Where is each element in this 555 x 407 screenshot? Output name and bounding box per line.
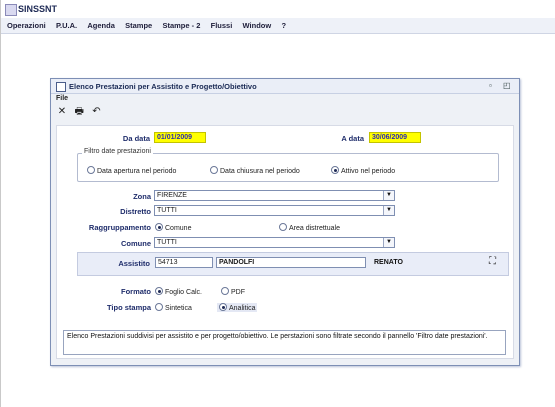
search-icon[interactable]: ⛶ bbox=[489, 256, 496, 267]
zona-label: Zona bbox=[133, 192, 151, 201]
zona-select[interactable]: FIRENZE ▼ bbox=[154, 190, 395, 201]
maximize-icon[interactable]: ◰ bbox=[503, 81, 511, 90]
comune-select[interactable]: TUTTI ▼ bbox=[154, 237, 395, 248]
formato-label: Formato bbox=[121, 287, 151, 296]
menu-window[interactable]: Window bbox=[239, 18, 276, 30]
menu-operazioni[interactable]: Operazioni bbox=[1, 18, 50, 30]
radio-attivo-periodo[interactable]: Attivo nel periodo bbox=[331, 166, 395, 175]
assistito-cognome-field: PANDOLFI bbox=[216, 257, 366, 268]
description-textarea: Elenco Prestazioni suddivisi per assisti… bbox=[63, 330, 506, 355]
assistito-panel: Assistito 54713 PANDOLFI RENATO ⛶ bbox=[77, 252, 509, 276]
menu-pua[interactable]: P.U.A. bbox=[52, 18, 81, 30]
app-title: SINSSNT bbox=[18, 4, 58, 14]
app-titlebar: SINSSNT bbox=[1, 0, 555, 18]
menu-file[interactable]: File bbox=[56, 95, 68, 102]
distretto-value: TUTTI bbox=[157, 207, 177, 214]
filter-group-label: Filtro date prestazioni bbox=[82, 148, 153, 155]
da-data-label: Da data bbox=[122, 134, 150, 143]
radio-indicator bbox=[155, 223, 163, 231]
filter-date-group: Filtro date prestazioni Data apertura ne… bbox=[77, 148, 499, 182]
radio-comune[interactable]: Comune bbox=[155, 223, 191, 232]
a-data-input[interactable]: 30/06/2009 bbox=[369, 132, 421, 143]
radio-data-chiusura[interactable]: Data chiusura nel periodo bbox=[210, 166, 300, 175]
menu-agenda[interactable]: Agenda bbox=[83, 18, 119, 30]
chevron-down-icon[interactable]: ▼ bbox=[383, 238, 394, 247]
distretto-select[interactable]: TUTTI ▼ bbox=[154, 205, 395, 216]
radio-indicator bbox=[210, 166, 218, 174]
restore-icon[interactable]: ▫ bbox=[489, 81, 492, 90]
menu-stampe-2[interactable]: Stampe - 2 bbox=[158, 18, 204, 30]
radio-data-apertura[interactable]: Data apertura nel periodo bbox=[87, 166, 176, 175]
radio-pdf[interactable]: PDF bbox=[221, 287, 245, 296]
menu-flussi[interactable]: Flussi bbox=[207, 18, 237, 30]
window-icon bbox=[56, 82, 66, 92]
dialog-titlebar[interactable]: Elenco Prestazioni per Assistito e Proge… bbox=[51, 79, 519, 94]
print-icon[interactable]: 🖶 bbox=[73, 106, 85, 118]
assistito-nome: RENATO bbox=[374, 259, 403, 266]
assistito-label: Assistito bbox=[118, 259, 150, 268]
dialog-title: Elenco Prestazioni per Assistito e Proge… bbox=[69, 82, 257, 91]
radio-indicator bbox=[155, 287, 163, 295]
radio-indicator bbox=[221, 287, 229, 295]
radio-indicator bbox=[87, 166, 95, 174]
form-panel: Da data 01/01/2009 A data 30/06/2009 Fil… bbox=[56, 125, 514, 359]
da-data-input[interactable]: 01/01/2009 bbox=[154, 132, 206, 143]
radio-area-distrettuale[interactable]: Area distrettuale bbox=[279, 223, 340, 232]
radio-sintetica[interactable]: Sintetica bbox=[155, 303, 192, 312]
radio-indicator bbox=[219, 303, 227, 311]
comune-label: Comune bbox=[121, 239, 151, 248]
radio-indicator bbox=[155, 303, 163, 311]
report-dialog: Elenco Prestazioni per Assistito e Proge… bbox=[50, 78, 520, 366]
menu-help[interactable]: ? bbox=[277, 18, 290, 30]
distretto-label: Distretto bbox=[120, 207, 151, 216]
close-icon[interactable]: ✕ bbox=[56, 106, 68, 118]
assistito-code-input[interactable]: 54713 bbox=[155, 257, 213, 268]
radio-indicator bbox=[331, 166, 339, 174]
toolbar: ✕ 🖶 ↶ bbox=[56, 106, 105, 120]
menubar: Operazioni P.U.A. Agenda Stampe Stampe -… bbox=[1, 18, 555, 34]
application-window: SINSSNT Operazioni P.U.A. Agenda Stampe … bbox=[0, 0, 555, 407]
tipo-stampa-label: Tipo stampa bbox=[106, 303, 151, 312]
radio-analitica[interactable]: Analitica bbox=[217, 303, 258, 312]
menu-stampe[interactable]: Stampe bbox=[121, 18, 156, 30]
chevron-down-icon[interactable]: ▼ bbox=[383, 206, 394, 215]
comune-value: TUTTI bbox=[157, 239, 177, 246]
chevron-down-icon[interactable]: ▼ bbox=[383, 191, 394, 200]
zona-value: FIRENZE bbox=[157, 192, 187, 199]
raggruppamento-label: Raggruppamento bbox=[88, 223, 151, 232]
radio-indicator bbox=[279, 223, 287, 231]
app-icon bbox=[5, 4, 17, 16]
a-data-label: A data bbox=[341, 134, 364, 143]
undo-icon[interactable]: ↶ bbox=[90, 106, 102, 118]
radio-foglio-calc[interactable]: Foglio Calc. bbox=[155, 287, 202, 296]
